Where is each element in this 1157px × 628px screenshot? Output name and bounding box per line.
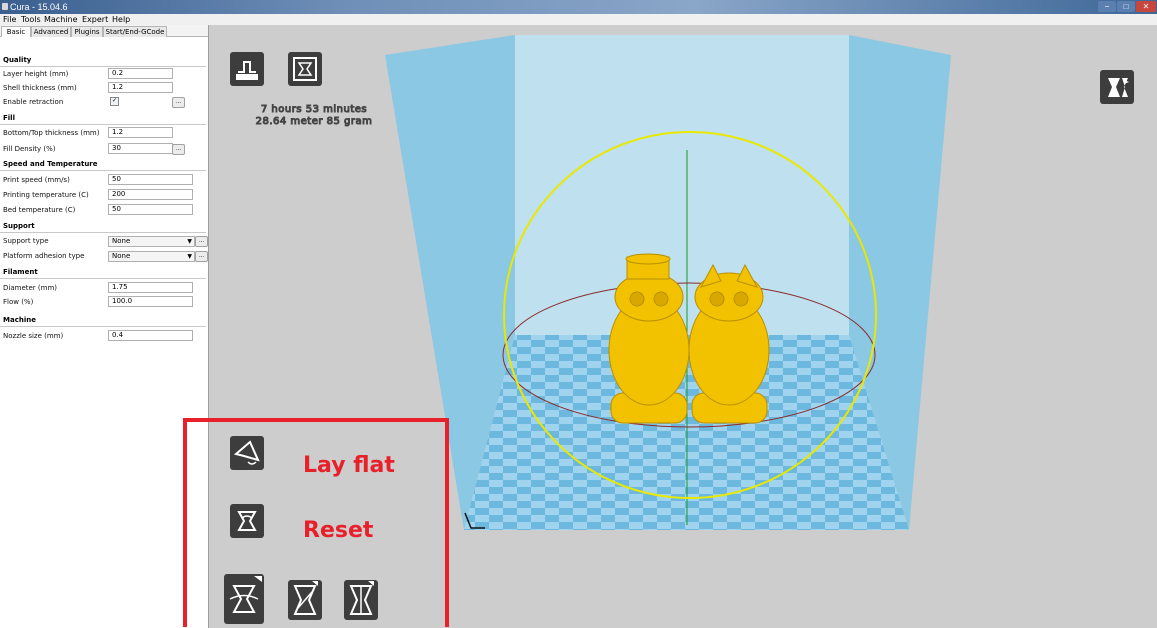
tab-basic[interactable]: Basic xyxy=(1,26,31,37)
save-toolpath-button[interactable] xyxy=(288,52,322,86)
maximize-button[interactable]: □ xyxy=(1117,1,1135,12)
minimize-button[interactable]: − xyxy=(1098,1,1116,12)
view-mode-icon xyxy=(1108,78,1129,97)
layer-height-input[interactable]: 0.2 xyxy=(108,68,173,79)
enable-retraction-checkbox[interactable]: ✓ xyxy=(110,97,119,106)
app-icon xyxy=(2,3,8,10)
nozzle-size-label: Nozzle size (mm) xyxy=(3,332,64,340)
flow-label: Flow (%) xyxy=(3,298,34,306)
menu-expert[interactable]: Expert xyxy=(82,14,108,25)
section-machine-title: Machine xyxy=(3,316,36,324)
tab-start-end-gcode[interactable]: Start/End-GCode xyxy=(103,26,167,37)
chevron-down-icon: ▼ xyxy=(187,238,192,245)
layer-height-label: Layer height (mm) xyxy=(3,70,69,78)
load-model-button[interactable] xyxy=(230,52,264,86)
adhesion-settings-button[interactable]: ... xyxy=(195,251,208,262)
chevron-down-icon: ▼ xyxy=(187,253,192,260)
bed-temperature-label: Bed temperature (C) xyxy=(3,206,76,214)
section-divider xyxy=(0,124,206,125)
section-divider xyxy=(0,66,206,67)
support-settings-button[interactable]: ... xyxy=(195,236,208,247)
menu-machine[interactable]: Machine xyxy=(44,14,78,25)
platform-adhesion-label: Platform adhesion type xyxy=(3,252,85,260)
fill-settings-button[interactable]: ... xyxy=(172,144,185,155)
support-type-value: None xyxy=(112,237,131,245)
close-button[interactable]: ✕ xyxy=(1136,1,1156,12)
support-type-label: Support type xyxy=(3,237,49,245)
fill-density-label: Fill Density (%) xyxy=(3,145,56,153)
bottom-top-thickness-input[interactable]: 1.2 xyxy=(108,127,173,138)
menu-file[interactable]: File xyxy=(3,14,16,25)
owl-model-right xyxy=(688,263,770,424)
print-time-estimate: 7 hours 53 minutes xyxy=(260,104,368,116)
section-divider xyxy=(0,278,206,279)
view-mode-button[interactable] xyxy=(1100,70,1134,104)
section-speed-title: Speed and Temperature xyxy=(3,160,98,168)
shell-thickness-input[interactable]: 1.2 xyxy=(108,82,173,93)
tab-advanced[interactable]: Advanced xyxy=(31,26,71,37)
support-type-select[interactable]: None ▼ xyxy=(108,236,195,247)
settings-panel: Basic Advanced Plugins Start/End-GCode Q… xyxy=(0,25,209,628)
save-toolpath-icon xyxy=(293,57,317,81)
section-divider xyxy=(0,232,206,233)
print-speed-label: Print speed (mm/s) xyxy=(3,176,70,184)
section-divider xyxy=(0,326,206,327)
bed-temperature-input[interactable]: 50 xyxy=(108,204,193,215)
enable-retraction-label: Enable retraction xyxy=(3,98,64,106)
printing-temperature-input[interactable]: 200 xyxy=(108,189,193,200)
retraction-settings-button[interactable]: ... xyxy=(172,97,185,108)
nozzle-size-input[interactable]: 0.4 xyxy=(108,330,193,341)
platform-adhesion-select[interactable]: None ▼ xyxy=(108,251,195,262)
shell-thickness-label: Shell thickness (mm) xyxy=(3,84,77,92)
print-speed-input[interactable]: 50 xyxy=(108,174,193,185)
bottom-top-thickness-label: Bottom/Top thickness (mm) xyxy=(3,129,100,137)
platform-adhesion-value: None xyxy=(112,252,131,260)
diameter-input[interactable]: 1.75 xyxy=(108,282,193,293)
menu-help[interactable]: Help xyxy=(112,14,130,25)
flow-input[interactable]: 100.0 xyxy=(108,296,193,307)
load-model-icon xyxy=(236,61,258,80)
printing-temperature-label: Printing temperature (C) xyxy=(3,191,89,199)
print-material-estimate: 28.64 meter 85 gram xyxy=(255,116,373,128)
section-divider xyxy=(0,170,206,171)
tab-plugins[interactable]: Plugins xyxy=(71,26,103,37)
settings-tabs: Basic Advanced Plugins Start/End-GCode xyxy=(0,25,208,37)
section-filament-title: Filament xyxy=(3,268,38,276)
annotation-highlight-frame xyxy=(183,418,449,627)
window-title: Cura - 15.04.6 xyxy=(10,2,68,12)
title-bar: Cura - 15.04.6 − □ ✕ xyxy=(0,0,1157,14)
fill-density-input[interactable]: 30 xyxy=(108,143,173,154)
section-support-title: Support xyxy=(3,222,35,230)
diameter-label: Diameter (mm) xyxy=(3,284,58,292)
menu-tools[interactable]: Tools xyxy=(21,14,41,25)
section-quality-title: Quality xyxy=(3,56,32,64)
section-fill-title: Fill xyxy=(3,114,15,122)
